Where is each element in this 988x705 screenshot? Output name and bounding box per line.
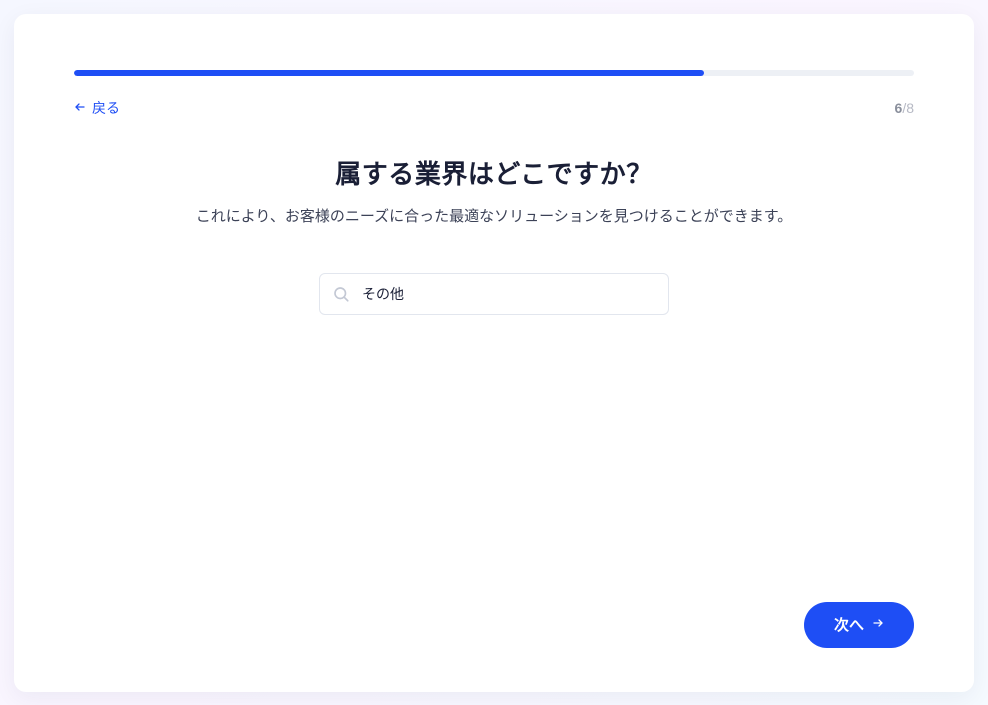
page-subheading: これにより、お客様のニーズに合った最適なソリューションを見つけることができます。 (74, 205, 914, 229)
page-heading: 属する業界はどこですか？ (74, 154, 914, 191)
progress-fill (74, 70, 704, 76)
step-total: /8 (902, 100, 914, 116)
top-row: 戻る 6/8 (74, 98, 914, 118)
wizard-card: 戻る 6/8 属する業界はどこですか？ これにより、お客様のニーズに合った最適な… (14, 14, 974, 692)
industry-search-input[interactable] (319, 273, 669, 315)
step-counter: 6/8 (895, 100, 914, 116)
arrow-left-icon (74, 100, 86, 116)
content-area: 属する業界はどこですか？ これにより、お客様のニーズに合った最適なソリューション… (74, 154, 914, 315)
industry-search-wrap (319, 273, 669, 315)
next-button[interactable]: 次へ (804, 602, 914, 648)
back-button[interactable]: 戻る (74, 98, 120, 118)
progress-track (74, 70, 914, 76)
arrow-right-icon (872, 616, 884, 633)
back-label: 戻る (92, 98, 120, 118)
next-label: 次へ (834, 614, 864, 635)
